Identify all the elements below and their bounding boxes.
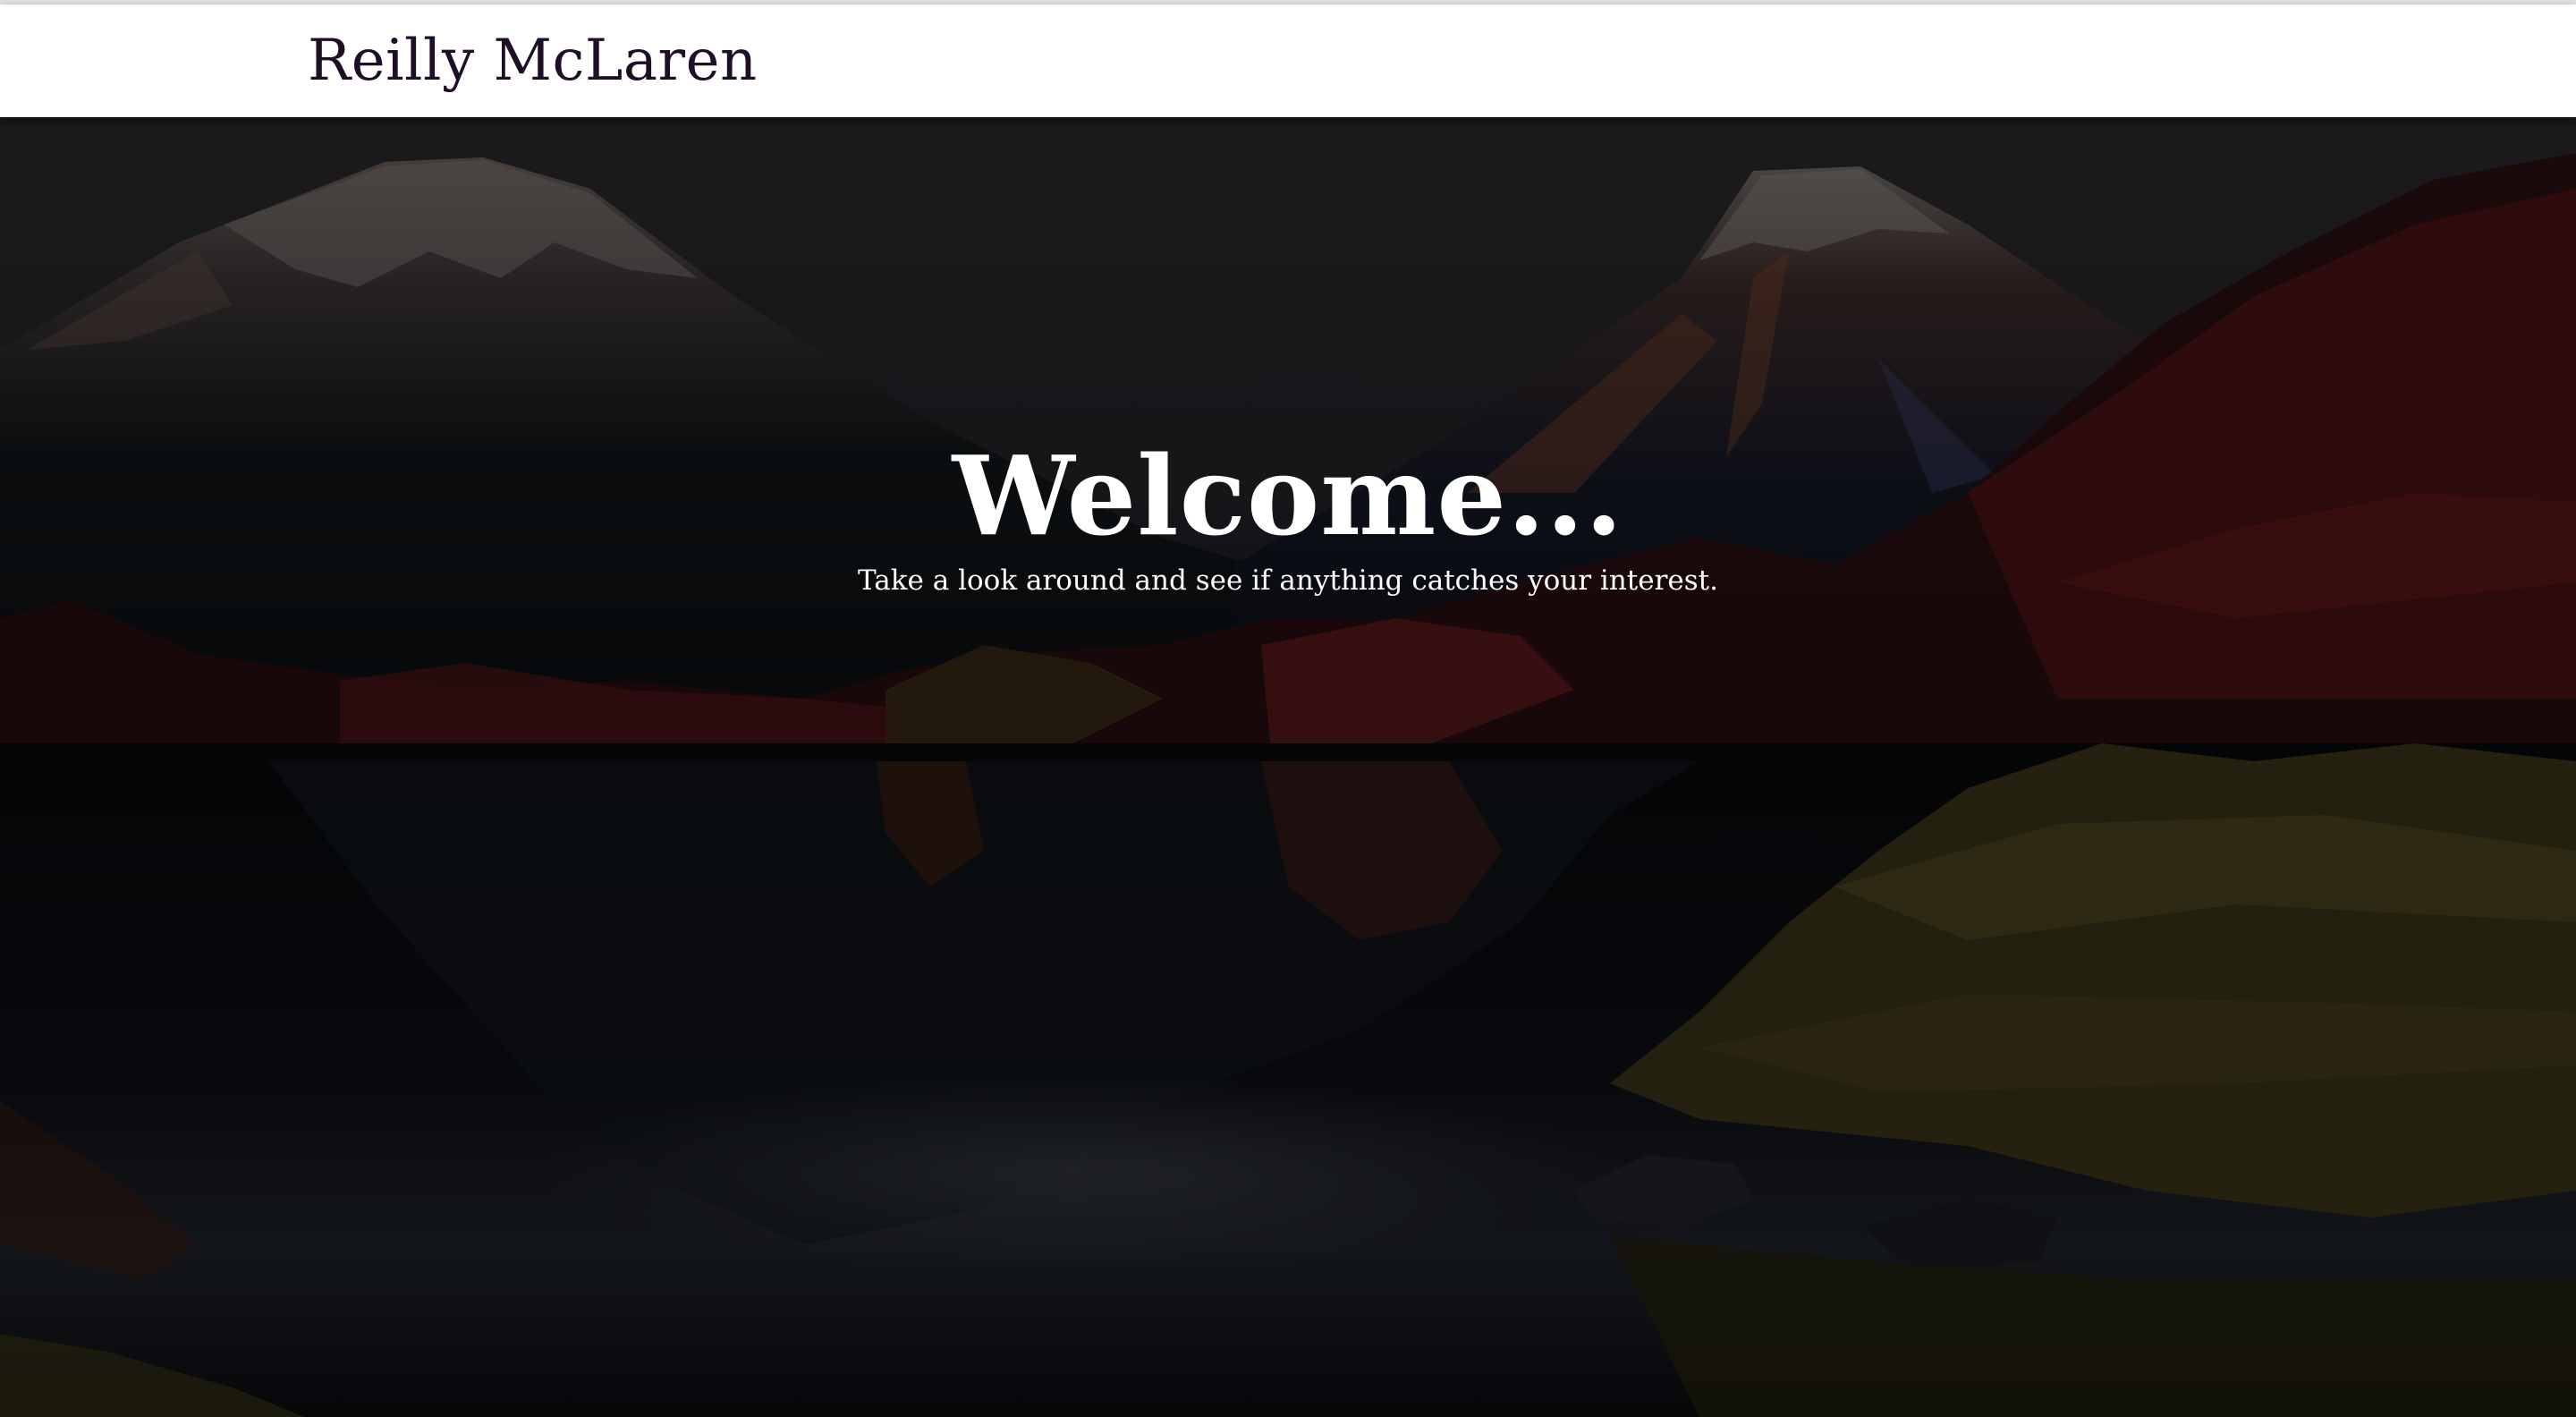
navbar: Reilly McLaren [0,4,2576,117]
hero-title: Welcome... [952,431,1624,560]
hero-section: Welcome... Take a look around and see if… [0,117,2576,1417]
hero-content: Welcome... Take a look around and see if… [0,117,2576,1417]
hero-subtitle: Take a look around and see if anything c… [858,564,1718,597]
site-brand[interactable]: Reilly McLaren [308,21,758,101]
